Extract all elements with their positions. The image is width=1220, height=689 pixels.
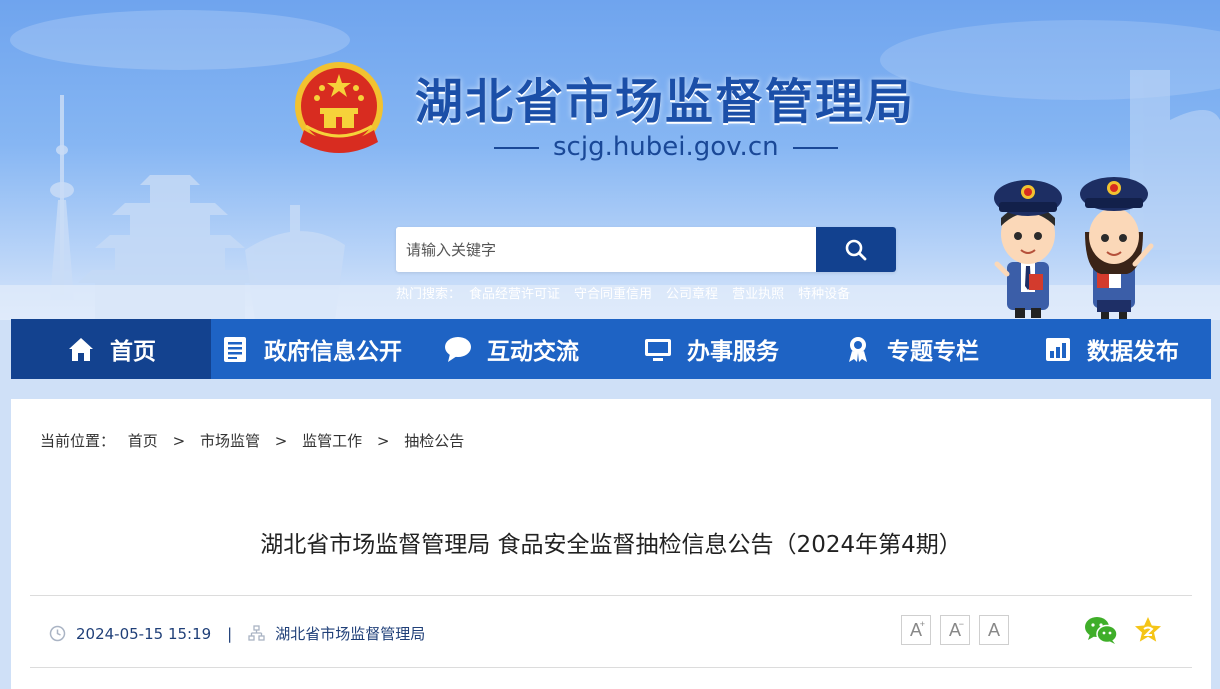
breadcrumb-link-supervision[interactable]: 监管工作 [302, 432, 362, 450]
nav-item-gov-info[interactable]: 政府信息公开 [211, 319, 411, 379]
article-source: 湖北省市场监督管理局 [275, 625, 426, 643]
article-meta: 2024-05-15 15:19 | 湖北省市场监督管理局 [49, 623, 425, 644]
breadcrumb-label: 当前位置： [40, 432, 116, 450]
star-icon [1135, 617, 1161, 642]
nav-item-data[interactable]: 数据发布 [1011, 319, 1211, 379]
nav-item-services[interactable]: 办事服务 [611, 319, 811, 379]
meta-separator: | [227, 624, 233, 643]
national-emblem-icon [295, 62, 383, 153]
search-input[interactable] [396, 227, 816, 272]
hot-search-link[interactable]: 营业执照 [732, 287, 784, 302]
nav-item-label: 办事服务 [687, 339, 779, 365]
clock-icon [49, 625, 66, 642]
search-box [396, 227, 896, 272]
domain-rule-right [792, 146, 838, 149]
site-domain: scjg.hubei.gov.cn [480, 132, 838, 162]
award-ribbon-icon [843, 334, 873, 364]
font-size-controls: A + A − A [901, 615, 1009, 645]
breadcrumb-separator: > [274, 432, 288, 450]
site-banner: 湖北省市场监督管理局 scjg.hubei.gov.cn 热门搜索： 食品经营许可… [0, 0, 1220, 320]
search-button[interactable] [816, 227, 896, 272]
main-nav: 首页 政府信息公开 互动交流 办事服务 专题专栏 数据发布 [11, 319, 1211, 379]
font-reset-button[interactable]: A [979, 615, 1009, 645]
chat-bubble-icon [443, 334, 473, 364]
mascot-illustration [994, 177, 1154, 320]
domain-rule-left [494, 146, 539, 149]
nav-item-label: 首页 [110, 339, 156, 365]
nav-item-label: 互动交流 [487, 339, 579, 365]
breadcrumb-link-inspection[interactable]: 抽检公告 [404, 432, 464, 450]
hot-search-link[interactable]: 公司章程 [666, 287, 718, 302]
hot-search-list: 热门搜索： 食品经营许可证 守合同重信用 公司章程 营业执照 特种设备 [396, 283, 864, 302]
hot-search-link[interactable]: 食品经营许可证 [469, 287, 560, 302]
hot-search-label: 热门搜索： [396, 287, 462, 302]
monitor-icon [643, 334, 673, 364]
meta-divider [30, 667, 1192, 668]
nav-item-topics[interactable]: 专题专栏 [811, 319, 1011, 379]
site-title: 湖北省市场监督管理局 [415, 74, 916, 130]
article-container: 当前位置： 首页 > 市场监管 > 监管工作 > 抽检公告 湖北省市场监督管理局… [11, 399, 1211, 689]
title-divider [30, 595, 1192, 596]
hot-search-link[interactable]: 特种设备 [798, 287, 850, 302]
org-structure-icon [248, 625, 265, 642]
minus-glyph: − [958, 619, 964, 629]
nav-item-home[interactable]: 首页 [11, 319, 211, 379]
font-decrease-button[interactable]: A − [940, 615, 970, 645]
breadcrumb-separator: > [376, 432, 390, 450]
breadcrumb-link-home[interactable]: 首页 [128, 432, 158, 450]
document-list-icon [220, 334, 250, 364]
hot-search-link[interactable]: 守合同重信用 [574, 287, 652, 302]
wechat-share-button[interactable] [1084, 615, 1118, 649]
nav-item-label: 专题专栏 [887, 339, 979, 365]
wechat-icon [1085, 617, 1118, 644]
search-icon [845, 239, 867, 260]
plus-glyph: + [919, 619, 925, 629]
nav-item-label: 政府信息公开 [264, 339, 402, 365]
nav-item-interaction[interactable]: 互动交流 [411, 319, 611, 379]
breadcrumb-separator: > [172, 432, 186, 450]
domain-text: scjg.hubei.gov.cn [553, 132, 779, 162]
publish-datetime: 2024-05-15 15:19 [76, 624, 212, 643]
article-title: 湖北省市场监督管理局 食品安全监督抽检信息公告（2024年第4期） [260, 532, 962, 558]
breadcrumb-link-market[interactable]: 市场监管 [200, 432, 260, 450]
bar-chart-icon [1043, 334, 1073, 364]
nav-item-label: 数据发布 [1087, 339, 1179, 365]
font-reset-label: A [987, 619, 1000, 640]
breadcrumb: 当前位置： 首页 > 市场监管 > 监管工作 > 抽检公告 [40, 430, 464, 451]
favorite-button[interactable] [1133, 615, 1163, 649]
home-icon [66, 334, 96, 364]
font-increase-button[interactable]: A + [901, 615, 931, 645]
